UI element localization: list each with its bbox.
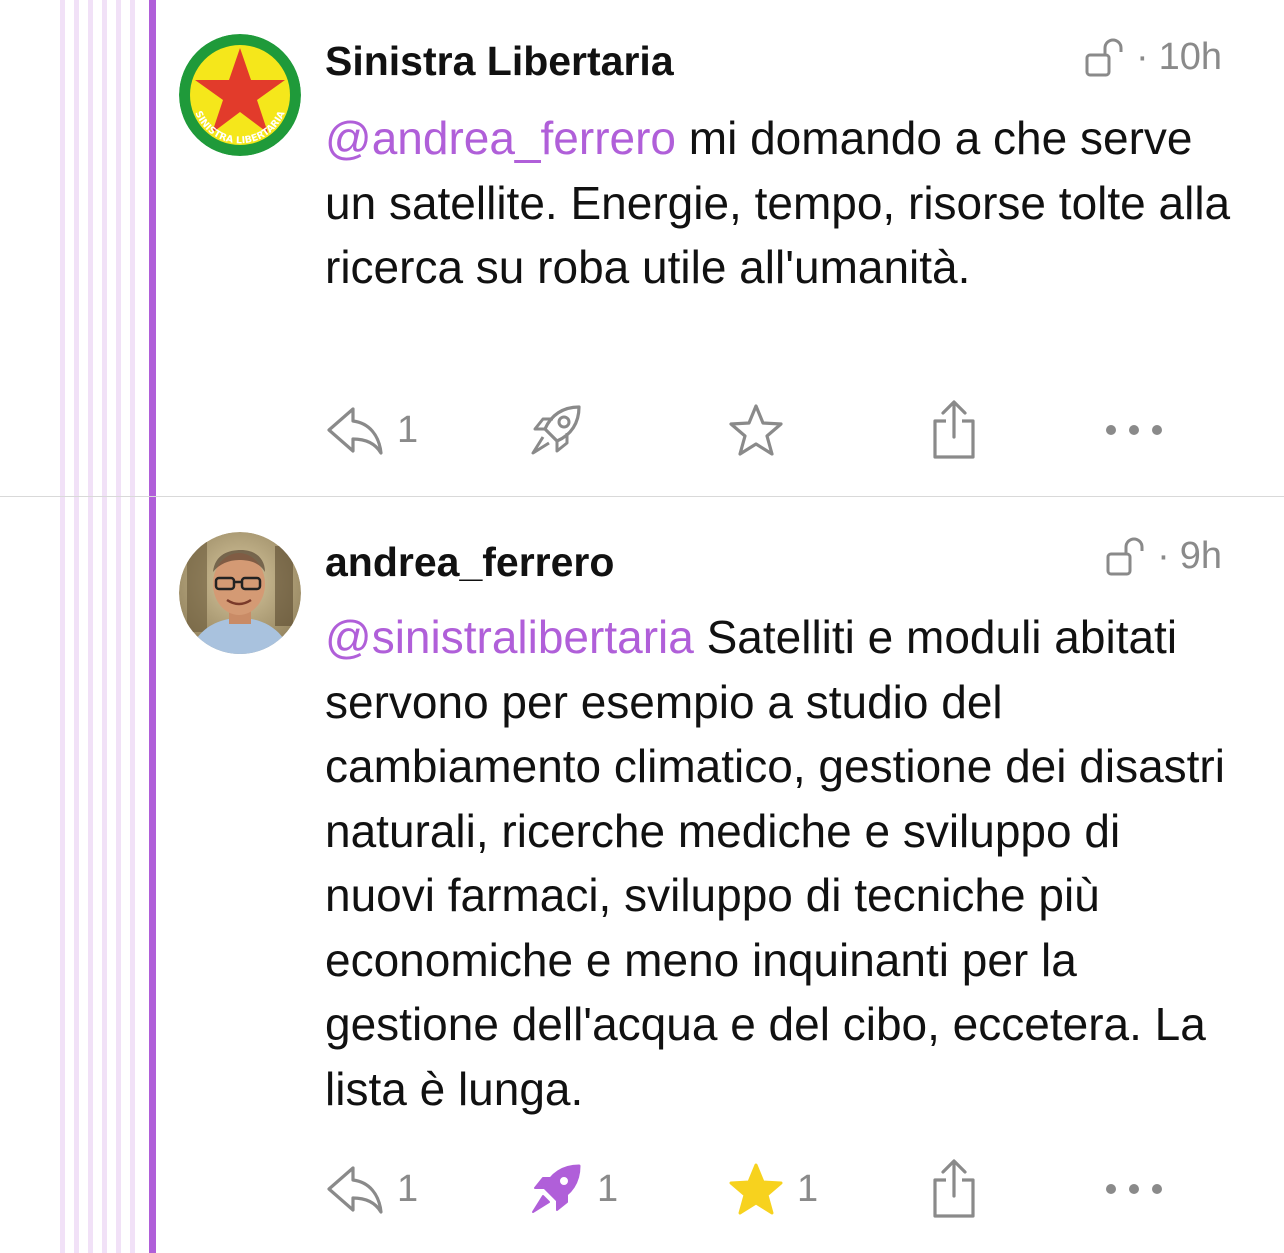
post-meta: · 9h bbox=[1105, 535, 1222, 578]
star-icon bbox=[727, 402, 785, 458]
avatar[interactable]: SINISTRA LIBERTARIA bbox=[179, 34, 301, 156]
post[interactable]: andrea_ferrero · 9h @sinistralibertaria … bbox=[0, 497, 1284, 1253]
post-content: @andrea_ferrero mi domando a che serve u… bbox=[325, 106, 1235, 300]
rocket-icon bbox=[527, 401, 585, 459]
favourite-count: 1 bbox=[797, 1167, 819, 1210]
post-action-bar: 1 1 1 bbox=[325, 1157, 1185, 1221]
reply-icon bbox=[325, 1162, 385, 1216]
share-icon bbox=[929, 1158, 979, 1220]
post-time[interactable]: 10h bbox=[1159, 36, 1222, 79]
boost-count: 1 bbox=[597, 1167, 619, 1210]
mention-link[interactable]: @andrea_ferrero bbox=[325, 112, 676, 164]
meta-separator: · bbox=[1157, 535, 1170, 577]
unlock-icon bbox=[1084, 37, 1126, 79]
reply-icon bbox=[325, 403, 385, 457]
meta-separator: · bbox=[1135, 36, 1149, 78]
ellipsis-icon bbox=[1103, 420, 1165, 440]
author-name[interactable]: Sinistra Libertaria bbox=[325, 38, 674, 85]
star-icon bbox=[727, 1161, 785, 1217]
sinistra-libertaria-logo: SINISTRA LIBERTARIA bbox=[179, 34, 301, 156]
unlock-icon bbox=[1105, 536, 1147, 578]
reply-button[interactable]: 1 bbox=[325, 1157, 418, 1221]
more-options-button[interactable] bbox=[1103, 398, 1165, 462]
share-button[interactable] bbox=[929, 398, 979, 462]
more-options-button[interactable] bbox=[1103, 1157, 1165, 1221]
post-content: @sinistralibertaria Satelliti e moduli a… bbox=[325, 605, 1235, 1121]
reply-button[interactable]: 1 bbox=[325, 398, 418, 462]
avatar[interactable] bbox=[179, 532, 301, 654]
mention-link[interactable]: @sinistralibertaria bbox=[325, 611, 694, 663]
favourite-button[interactable]: 1 bbox=[727, 1157, 818, 1221]
favourite-button[interactable] bbox=[727, 398, 797, 462]
share-icon bbox=[929, 399, 979, 461]
post-time[interactable]: 9h bbox=[1180, 535, 1222, 578]
author-name[interactable]: andrea_ferrero bbox=[325, 539, 614, 586]
post-action-bar: 1 bbox=[325, 398, 1185, 462]
reply-count: 1 bbox=[397, 1167, 419, 1210]
post-meta: · 10h bbox=[1084, 36, 1222, 79]
post[interactable]: SINISTRA LIBERTARIA Sinistra Libertaria … bbox=[0, 0, 1284, 496]
boost-button[interactable]: 1 bbox=[527, 1157, 618, 1221]
post-body-text: Satelliti e moduli abitati servono per e… bbox=[325, 611, 1225, 1115]
boost-button[interactable] bbox=[527, 398, 597, 462]
user-photo bbox=[179, 532, 301, 654]
ellipsis-icon bbox=[1103, 1179, 1165, 1199]
rocket-icon bbox=[527, 1160, 585, 1218]
reply-count: 1 bbox=[397, 408, 419, 451]
share-button[interactable] bbox=[929, 1157, 979, 1221]
